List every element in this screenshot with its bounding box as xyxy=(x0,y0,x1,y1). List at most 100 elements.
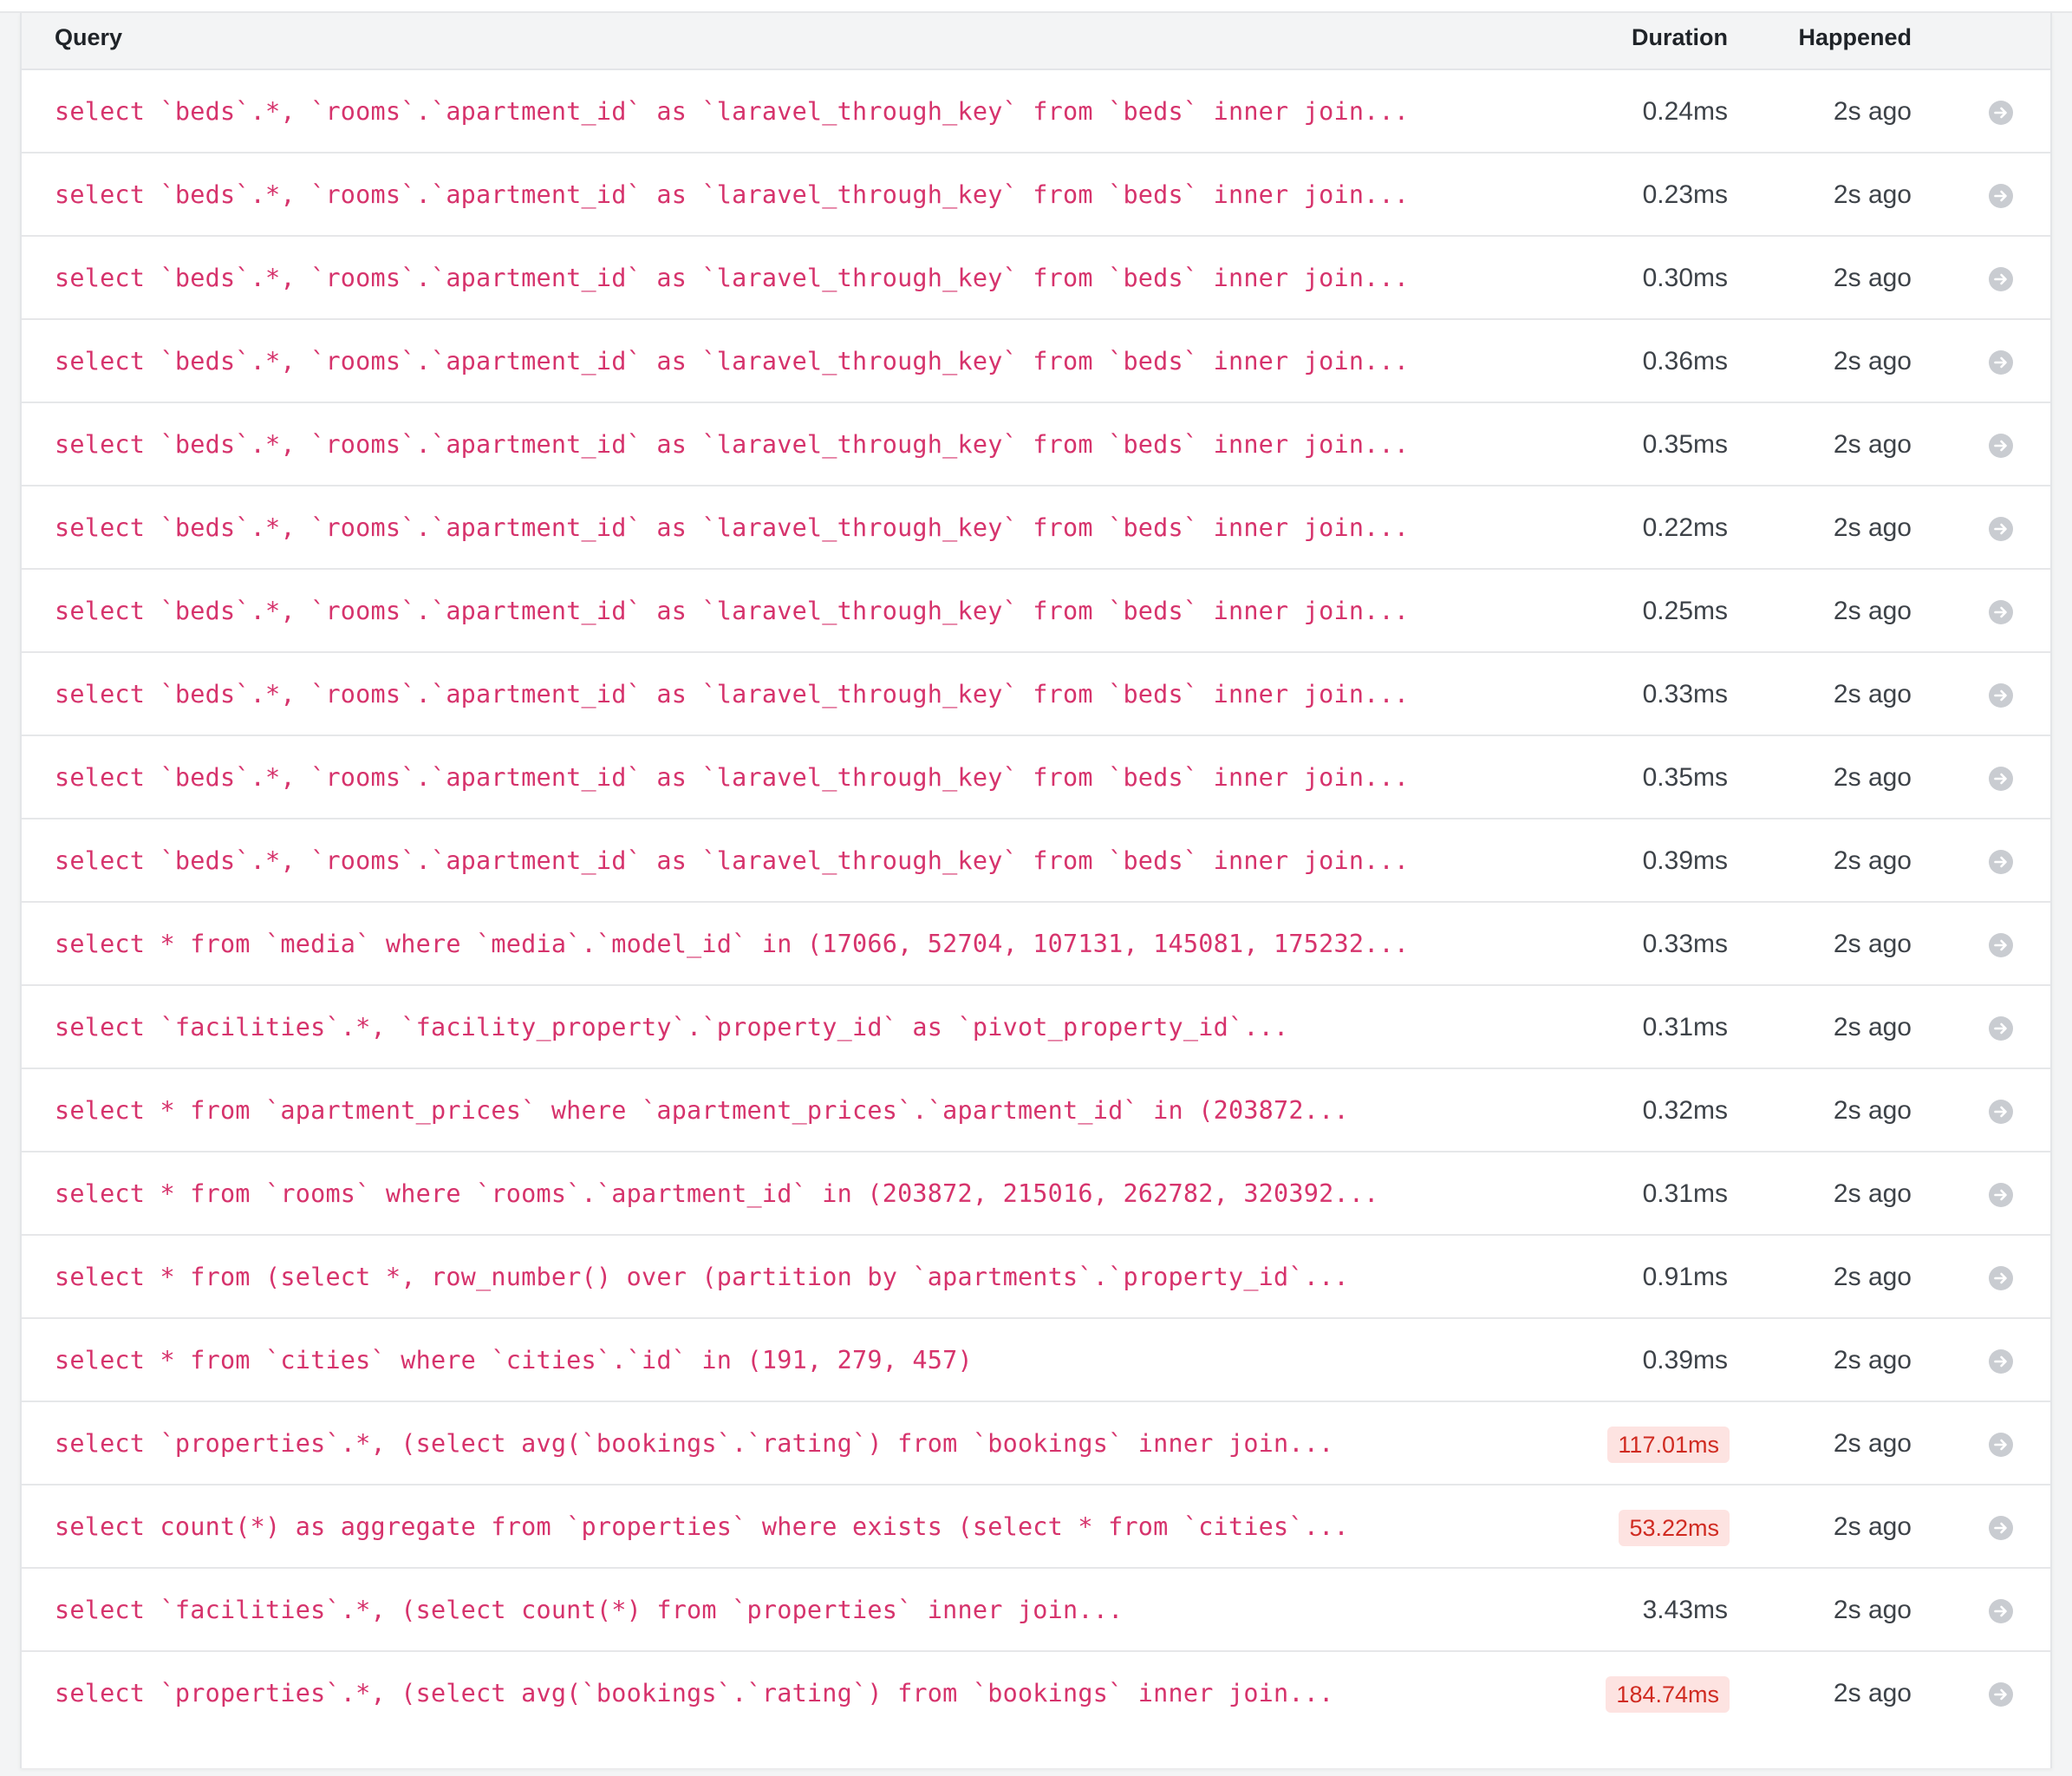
arrow-circle-right-icon[interactable] xyxy=(1988,599,2014,625)
happened-value: 2s ago xyxy=(1833,763,1912,792)
query-text[interactable]: select `beds`.*, `rooms`.`apartment_id` … xyxy=(55,570,1409,653)
duration-value: 0.35ms xyxy=(1642,763,1728,792)
arrow-circle-right-icon[interactable] xyxy=(1988,1598,2014,1624)
duration-value: 0.33ms xyxy=(1642,930,1728,958)
duration-value: 0.31ms xyxy=(1642,1179,1728,1208)
duration-value: 0.39ms xyxy=(1642,846,1728,875)
arrow-circle-right-icon[interactable] xyxy=(1988,682,2014,708)
happened-value: 2s ago xyxy=(1833,430,1912,459)
query-text[interactable]: select `facilities`.*, `facility_propert… xyxy=(55,986,1288,1069)
query-text[interactable]: select `beds`.*, `rooms`.`apartment_id` … xyxy=(55,403,1409,486)
happened-value: 2s ago xyxy=(1833,97,1912,126)
happened-value: 2s ago xyxy=(1833,347,1912,375)
query-text[interactable]: select * from (select *, row_number() ov… xyxy=(55,1236,1349,1319)
table-row[interactable]: select `facilities`.*, (select count(*) … xyxy=(22,1569,2050,1652)
header-query: Query xyxy=(55,24,123,50)
queries-table: Query Duration Happened select `beds`.*,… xyxy=(20,13,2052,1768)
query-text[interactable]: select `beds`.*, `rooms`.`apartment_id` … xyxy=(55,70,1409,153)
happened-value: 2s ago xyxy=(1833,513,1912,542)
query-text[interactable]: select `facilities`.*, (select count(*) … xyxy=(55,1569,1123,1652)
query-text[interactable]: select count(*) as aggregate from `prope… xyxy=(55,1485,1349,1569)
arrow-circle-right-icon[interactable] xyxy=(1988,1099,2014,1125)
arrow-circle-right-icon[interactable] xyxy=(1988,100,2014,126)
duration-slow-badge: 184.74ms xyxy=(1606,1676,1730,1713)
query-text[interactable]: select `properties`.*, (select avg(`book… xyxy=(55,1402,1333,1485)
table-row[interactable]: select `beds`.*, `rooms`.`apartment_id` … xyxy=(22,819,2050,903)
happened-value: 2s ago xyxy=(1833,1679,1912,1707)
query-text[interactable]: select * from `media` where `media`.`mod… xyxy=(55,903,1409,986)
table-row[interactable]: select `beds`.*, `rooms`.`apartment_id` … xyxy=(22,653,2050,736)
query-text[interactable]: select `beds`.*, `rooms`.`apartment_id` … xyxy=(55,320,1409,403)
table-row[interactable]: select * from (select *, row_number() ov… xyxy=(22,1236,2050,1319)
table-row[interactable]: select * from `rooms` where `rooms`.`apa… xyxy=(22,1152,2050,1236)
query-text[interactable]: select `beds`.*, `rooms`.`apartment_id` … xyxy=(55,153,1409,237)
query-text[interactable]: select `beds`.*, `rooms`.`apartment_id` … xyxy=(55,819,1409,903)
query-text[interactable]: select `beds`.*, `rooms`.`apartment_id` … xyxy=(55,237,1409,320)
arrow-circle-right-icon[interactable] xyxy=(1988,1348,2014,1374)
arrow-circle-right-icon[interactable] xyxy=(1988,183,2014,209)
header-duration: Duration xyxy=(1632,24,1728,50)
duration-value: 0.31ms xyxy=(1642,1013,1728,1041)
table-row[interactable]: select `beds`.*, `rooms`.`apartment_id` … xyxy=(22,570,2050,653)
table-row[interactable]: select `beds`.*, `rooms`.`apartment_id` … xyxy=(22,320,2050,403)
happened-value: 2s ago xyxy=(1833,1346,1912,1374)
table-row[interactable]: select count(*) as aggregate from `prope… xyxy=(22,1485,2050,1569)
duration-value: 0.32ms xyxy=(1642,1096,1728,1125)
table-row[interactable]: select * from `media` where `media`.`mod… xyxy=(22,903,2050,986)
duration-value: 0.25ms xyxy=(1642,597,1728,625)
duration-slow-badge: 117.01ms xyxy=(1607,1427,1730,1463)
happened-value: 2s ago xyxy=(1833,680,1912,708)
arrow-circle-right-icon[interactable] xyxy=(1988,1015,2014,1041)
query-text[interactable]: select * from `cities` where `cities`.`i… xyxy=(55,1319,973,1402)
table-body: select `beds`.*, `rooms`.`apartment_id` … xyxy=(22,70,2050,1735)
header-happened: Happened xyxy=(1798,24,1912,50)
duration-value: 0.91ms xyxy=(1642,1263,1728,1291)
duration-value: 0.24ms xyxy=(1642,97,1728,126)
table-row[interactable]: select `beds`.*, `rooms`.`apartment_id` … xyxy=(22,237,2050,320)
arrow-circle-right-icon[interactable] xyxy=(1988,1515,2014,1541)
table-row[interactable]: select * from `apartment_prices` where `… xyxy=(22,1069,2050,1152)
arrow-circle-right-icon[interactable] xyxy=(1988,932,2014,958)
table-row[interactable]: select `facilities`.*, `facility_propert… xyxy=(22,986,2050,1069)
happened-value: 2s ago xyxy=(1833,264,1912,292)
query-text[interactable]: select `properties`.*, (select avg(`book… xyxy=(55,1652,1333,1735)
arrow-circle-right-icon[interactable] xyxy=(1988,433,2014,459)
arrow-circle-right-icon[interactable] xyxy=(1988,516,2014,542)
arrow-circle-right-icon[interactable] xyxy=(1988,349,2014,375)
table-row[interactable]: select `beds`.*, `rooms`.`apartment_id` … xyxy=(22,736,2050,819)
table-row[interactable]: select `properties`.*, (select avg(`book… xyxy=(22,1402,2050,1485)
duration-value: 0.30ms xyxy=(1642,264,1728,292)
table-row[interactable]: select * from `cities` where `cities`.`i… xyxy=(22,1319,2050,1402)
query-text[interactable]: select * from `apartment_prices` where `… xyxy=(55,1069,1349,1152)
query-text[interactable]: select * from `rooms` where `rooms`.`apa… xyxy=(55,1152,1379,1236)
happened-value: 2s ago xyxy=(1833,1263,1912,1291)
happened-value: 2s ago xyxy=(1833,846,1912,875)
happened-value: 2s ago xyxy=(1833,1429,1912,1458)
happened-value: 2s ago xyxy=(1833,1179,1912,1208)
happened-value: 2s ago xyxy=(1833,1596,1912,1624)
duration-value: 0.39ms xyxy=(1642,1346,1728,1374)
arrow-circle-right-icon[interactable] xyxy=(1988,1681,2014,1707)
happened-value: 2s ago xyxy=(1833,1512,1912,1541)
duration-value: 0.36ms xyxy=(1642,347,1728,375)
happened-value: 2s ago xyxy=(1833,597,1912,625)
duration-value: 0.22ms xyxy=(1642,513,1728,542)
table-row[interactable]: select `beds`.*, `rooms`.`apartment_id` … xyxy=(22,153,2050,237)
duration-value: 0.35ms xyxy=(1642,430,1728,459)
arrow-circle-right-icon[interactable] xyxy=(1988,1182,2014,1208)
query-text[interactable]: select `beds`.*, `rooms`.`apartment_id` … xyxy=(55,486,1409,570)
table-header: Query Duration Happened xyxy=(22,13,2050,70)
table-row[interactable]: select `beds`.*, `rooms`.`apartment_id` … xyxy=(22,486,2050,570)
table-row[interactable]: select `properties`.*, (select avg(`book… xyxy=(22,1652,2050,1735)
arrow-circle-right-icon[interactable] xyxy=(1988,1265,2014,1291)
duration-value: 0.33ms xyxy=(1642,680,1728,708)
query-text[interactable]: select `beds`.*, `rooms`.`apartment_id` … xyxy=(55,736,1409,819)
query-text[interactable]: select `beds`.*, `rooms`.`apartment_id` … xyxy=(55,653,1409,736)
arrow-circle-right-icon[interactable] xyxy=(1988,849,2014,875)
arrow-circle-right-icon[interactable] xyxy=(1988,1432,2014,1458)
table-row[interactable]: select `beds`.*, `rooms`.`apartment_id` … xyxy=(22,403,2050,486)
arrow-circle-right-icon[interactable] xyxy=(1988,766,2014,792)
happened-value: 2s ago xyxy=(1833,180,1912,209)
table-row[interactable]: select `beds`.*, `rooms`.`apartment_id` … xyxy=(22,70,2050,153)
arrow-circle-right-icon[interactable] xyxy=(1988,266,2014,292)
